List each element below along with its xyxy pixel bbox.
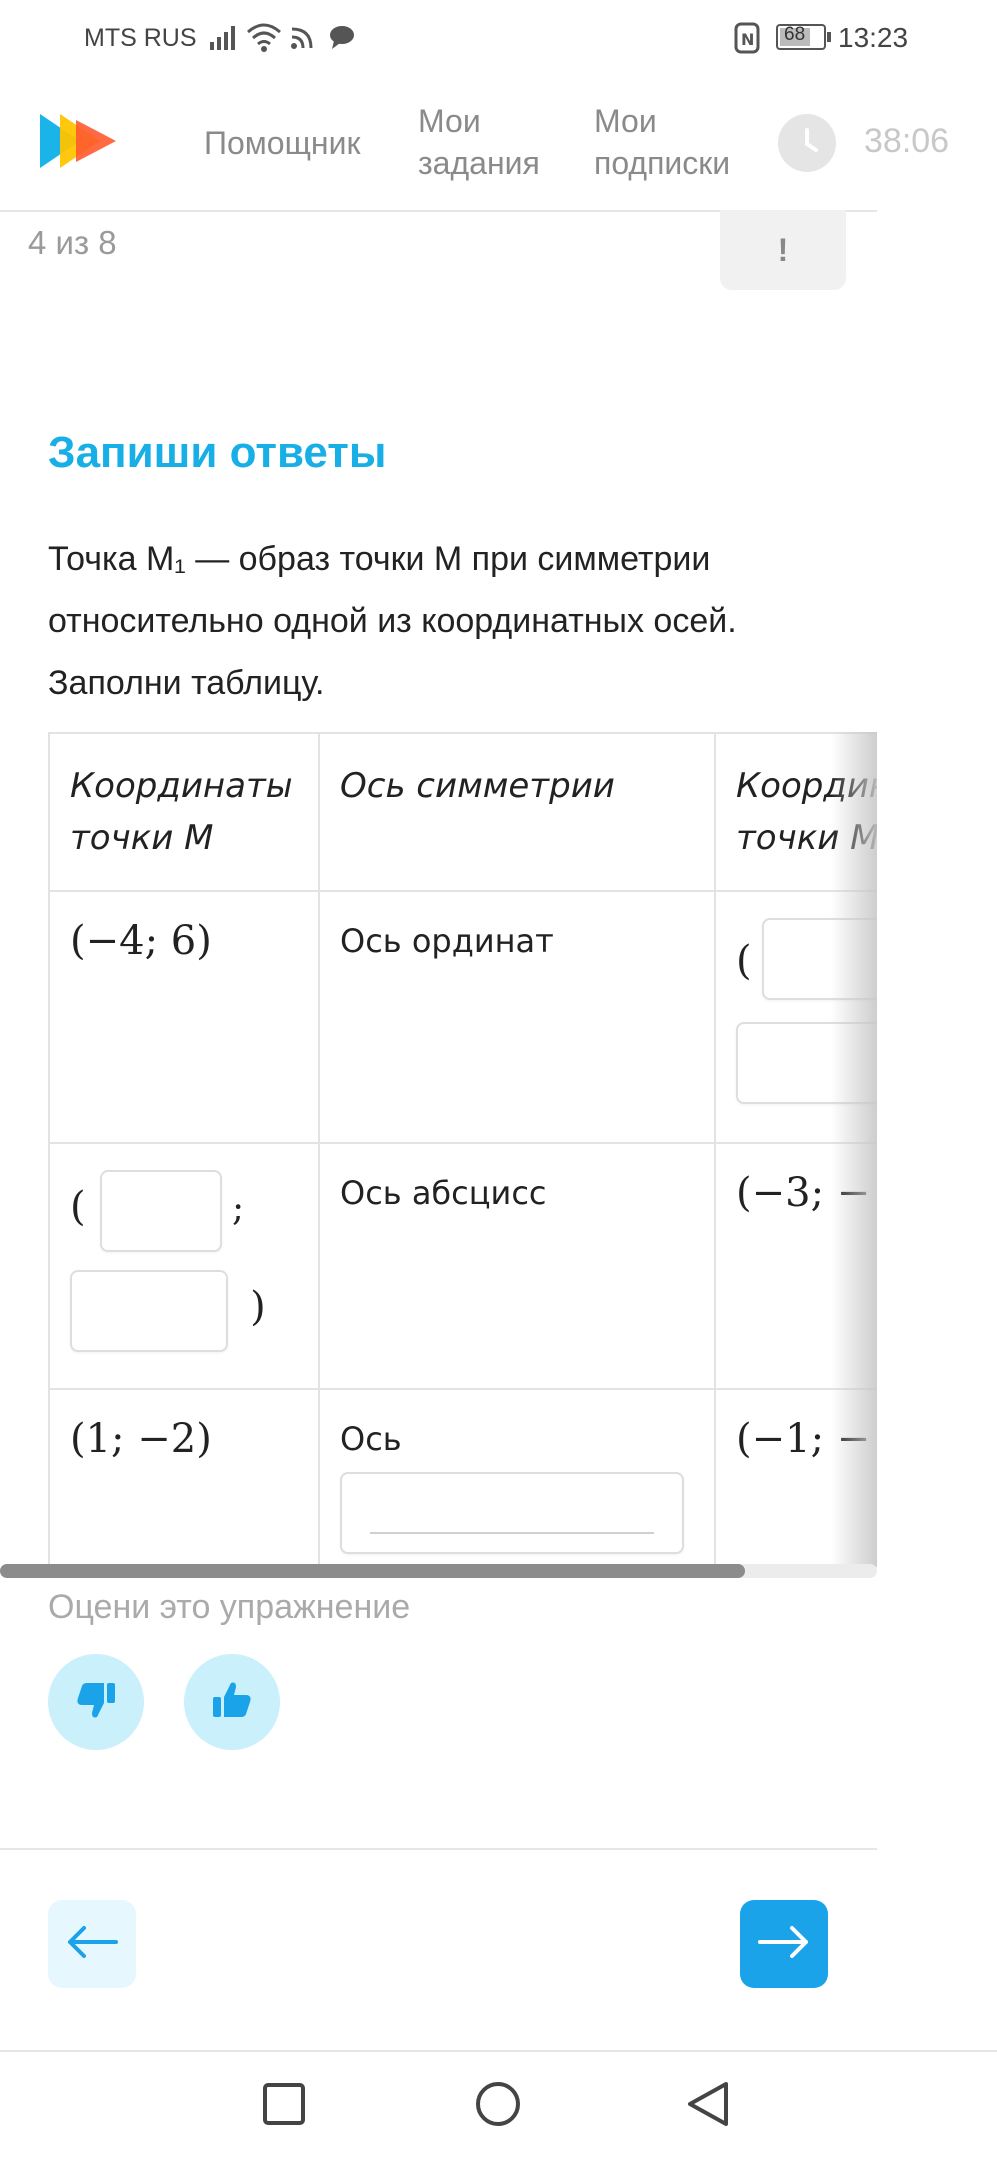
table-row: (−4; 6) Ось ординат ( [48,890,877,1144]
clock-icon [778,114,836,172]
nfc-cast-icon [290,24,316,55]
next-button[interactable] [740,1900,828,1988]
battery-icon: 68 [776,24,831,50]
cell-point: (−4; 6) [48,890,320,1144]
table-header-row: Координаты точки M Ось симметрии Координ… [48,732,877,892]
home-icon[interactable] [474,2080,522,2133]
nav-my-subscriptions[interactable]: Мои подписки [594,100,730,184]
timer: 38:06 [864,122,950,160]
axis-select-underline [370,1532,654,1534]
carrier-label: MTS RUS [84,24,197,52]
table-scrollbar[interactable] [0,1564,877,1578]
point-separator: ; [231,1188,245,1229]
nav-assistant[interactable]: Помощник [204,122,360,164]
wifi-icon [246,22,282,57]
like-button[interactable] [184,1654,280,1750]
header-axis: Ось симметрии [318,732,716,892]
point-x-input[interactable] [99,1170,222,1252]
signal-icon [208,24,240,57]
app-logo[interactable] [36,110,120,177]
cell-point: ( ; ) [48,1142,320,1390]
battery-level: 68 [784,24,806,45]
table-row: ( ; ) Ось абсцисс (−3; − [48,1142,877,1390]
axis-select[interactable] [340,1472,684,1554]
cell-axis: Ось ординат [318,890,716,1144]
cell-axis: Ось абсцисс [318,1142,716,1390]
recent-apps-icon[interactable] [262,2082,306,2131]
system-nav-divider [0,2050,997,2052]
report-label: ! [777,231,789,268]
point-open-paren: ( [70,1184,86,1230]
point-close-paren: ) [250,1284,266,1330]
header-point-m: Координаты точки M [48,732,320,892]
back-nav-icon[interactable] [686,2080,730,2133]
arrow-left-icon [66,1925,118,1964]
svg-text:N: N [741,30,754,49]
axis-label: Ось [340,1420,402,1458]
answer-table[interactable]: Координаты точки M Ось симметрии Координ… [48,732,877,1567]
back-button[interactable] [48,1900,136,1988]
image-open-paren: ( [736,938,752,984]
task-description-text: Точка M₁ — образ точки M при симметрии о… [48,540,737,702]
table-row: (1; −2) Ось (−1; − [48,1388,877,1567]
message-icon [328,24,356,55]
nfc-icon: N [734,22,760,59]
nav-my-tasks[interactable]: Мои задания [418,100,540,184]
task-title: Запиши ответы [48,428,387,477]
app-header: Помощник Мои задания Мои подписки 38:06 [0,80,949,212]
footer-divider [0,1848,877,1850]
progress-counter: 4 из 8 [28,224,117,261]
dislike-button[interactable] [48,1654,144,1750]
cell-axis: Ось [318,1388,716,1567]
arrow-right-icon [758,1925,810,1964]
point-y-input[interactable] [70,1270,228,1352]
clock-time: 13:23 [838,22,909,53]
status-bar: MTS RUS N 68 13:23 [0,0,997,80]
thumbs-up-icon [209,1677,255,1728]
cell-point: (1; −2) [48,1388,320,1567]
report-button[interactable]: ! [720,210,846,290]
table-scrollbar-thumb[interactable] [0,1564,746,1578]
table-fade-edge [831,732,877,1567]
rating-label: Оцени это упражнение [48,1588,411,1626]
task-description: Точка M₁ — образ точки M при симметрии о… [48,528,738,714]
thumbs-down-icon [73,1677,119,1728]
